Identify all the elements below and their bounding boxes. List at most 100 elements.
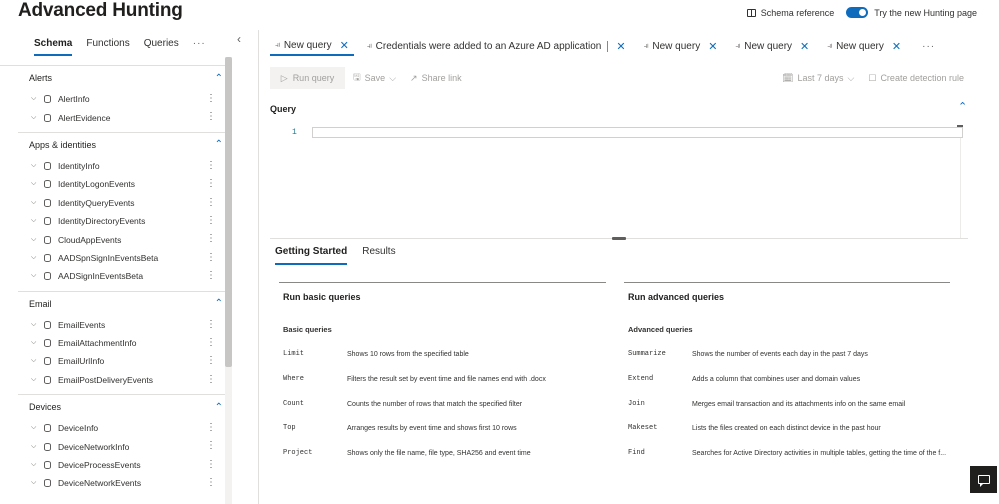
close-icon[interactable]: ✕ (340, 39, 349, 52)
more-options-icon[interactable]: ⋮ (206, 251, 216, 265)
section-header[interactable]: Alerts ⌃ (18, 66, 225, 90)
feedback-button[interactable] (970, 466, 997, 493)
resize-handle[interactable] (612, 237, 626, 240)
more-options-icon[interactable]: ⋮ (206, 421, 216, 435)
editor-scrollbar[interactable] (960, 138, 963, 238)
more-options-icon[interactable]: ⋮ (206, 336, 216, 350)
table-row[interactable]: ⌵ EmailAttachmentInfo ⋮ (18, 334, 225, 352)
table-row[interactable]: ⌵ IdentityDirectoryEvents ⋮ (18, 212, 225, 230)
table-row[interactable]: ⌵ IdentityLogonEvents ⋮ (18, 175, 225, 193)
chevron-up-icon[interactable]: ⌃ (958, 100, 967, 113)
more-tabs-button[interactable]: ··· (922, 41, 935, 52)
more-options-icon[interactable]: ⋮ (206, 92, 216, 106)
more-tabs-button[interactable]: ··· (193, 38, 206, 56)
tab-getting-started[interactable]: Getting Started (275, 246, 348, 265)
more-options-icon[interactable]: ⋮ (206, 269, 216, 283)
chevron-down-icon[interactable]: ⌵ (31, 95, 40, 103)
query-example[interactable]: Find Searches for Active Directory activi… (628, 447, 946, 459)
chevron-down-icon[interactable]: ⌵ (31, 376, 40, 384)
chevron-up-icon[interactable]: ⌃ (215, 298, 223, 309)
chevron-down-icon[interactable]: ⌵ (31, 357, 40, 365)
more-options-icon[interactable]: ⋮ (206, 458, 216, 472)
query-example[interactable]: Summarize Shows the number of events each… (628, 348, 868, 360)
query-tab[interactable]: ⫣ New query ✕ (270, 36, 354, 56)
table-row[interactable]: ⌵ DeviceNetworkInfo ⋮ (18, 437, 225, 455)
close-icon[interactable]: ✕ (892, 40, 901, 53)
chevron-down-icon[interactable]: ⌵ (31, 321, 40, 329)
table-row[interactable]: ⌵ EmailUrlInfo ⋮ (18, 352, 225, 370)
new-hunting-toggle[interactable] (846, 7, 869, 18)
table-row[interactable]: ⌵ EmailPostDeliveryEvents ⋮ (18, 371, 225, 389)
chevron-down-icon[interactable]: ⌵ (31, 217, 40, 225)
section-header[interactable]: Email ⌃ (18, 292, 225, 316)
table-row[interactable]: ⌵ CloudAppEvents ⋮ (18, 230, 225, 248)
chevron-up-icon[interactable]: ⌃ (215, 402, 223, 413)
chevron-down-icon[interactable]: ⌵ (31, 162, 40, 170)
pane-divider[interactable] (258, 30, 259, 504)
table-row[interactable]: ⌵ EmailEvents ⋮ (18, 316, 225, 334)
table-row[interactable]: ⌵ AlertEvidence ⋮ (18, 108, 225, 126)
table-row[interactable]: ⌵ AADSignInEventsBeta ⋮ (18, 267, 225, 285)
query-example[interactable]: Makeset Lists the files created on each d… (628, 422, 881, 434)
query-example[interactable]: Count Counts the number of rows that matc… (283, 398, 522, 410)
chevron-down-icon[interactable]: ⌵ (31, 180, 40, 188)
table-row[interactable]: ⌵ IdentityInfo ⋮ (18, 157, 225, 175)
tab-results[interactable]: Results (362, 246, 395, 265)
more-options-icon[interactable]: ⋮ (206, 373, 216, 387)
query-tab[interactable]: ⫣ Credentials were added to an Azure AD … (362, 36, 631, 56)
query-tab[interactable]: ⫣ New query ✕ (730, 36, 814, 56)
tab-schema[interactable]: Schema (34, 38, 73, 56)
close-icon[interactable]: ✕ (708, 40, 717, 53)
more-options-icon[interactable]: ⋮ (206, 476, 216, 490)
run-query-button[interactable]: ▷ Run query (270, 67, 345, 89)
tab-queries[interactable]: Queries (144, 38, 179, 56)
share-link-button[interactable]: ↗ Share link (410, 73, 462, 84)
more-options-icon[interactable]: ⋮ (206, 196, 216, 210)
close-icon[interactable]: ✕ (800, 40, 809, 53)
table-row[interactable]: ⌵ DeviceInfo ⋮ (18, 419, 225, 437)
chevron-down-icon[interactable]: ⌵ (31, 339, 40, 347)
query-example[interactable]: Join Merges email transaction and its att… (628, 398, 905, 410)
more-options-icon[interactable]: ⋮ (206, 354, 216, 368)
close-icon[interactable]: ✕ (616, 40, 625, 53)
collapse-pane-icon[interactable]: ‹ (237, 32, 241, 46)
chevron-down-icon[interactable]: ⌵ (31, 443, 40, 451)
scrollbar-thumb[interactable] (225, 57, 232, 367)
save-button[interactable]: 🖫 Save ⌵ (353, 70, 396, 86)
chevron-up-icon[interactable]: ⌃ (215, 139, 223, 150)
more-options-icon[interactable]: ⋮ (206, 159, 216, 173)
more-options-icon[interactable]: ⋮ (206, 110, 216, 124)
table-row[interactable]: ⌵ DeviceNetworkEvents ⋮ (18, 474, 225, 492)
section-header[interactable]: Devices ⌃ (18, 395, 225, 419)
more-options-icon[interactable]: ⋮ (206, 214, 216, 228)
query-example[interactable]: Extend Adds a column that combines user a… (628, 373, 860, 385)
time-range-dropdown[interactable]: 🗓 Last 7 days ⌵ (782, 73, 854, 84)
query-editor[interactable] (312, 127, 963, 138)
chevron-down-icon[interactable]: ⌵ (31, 479, 40, 487)
tab-functions[interactable]: Functions (86, 38, 129, 56)
table-row[interactable]: ⌵ IdentityQueryEvents ⋮ (18, 194, 225, 212)
chevron-down-icon[interactable]: ⌵ (31, 114, 40, 122)
chevron-down-icon[interactable]: ⌵ (31, 236, 40, 244)
query-example[interactable]: Top Arranges results by event time and sh… (283, 422, 517, 434)
query-tab[interactable]: ⫣ New query ✕ (639, 36, 723, 56)
table-row[interactable]: ⌵ AlertInfo ⋮ (18, 90, 225, 108)
chevron-down-icon[interactable]: ⌵ (31, 272, 40, 280)
more-options-icon[interactable]: ⋮ (206, 232, 216, 246)
chevron-down-icon[interactable]: ⌵ (31, 424, 40, 432)
query-example[interactable]: Where Filters the result set by event tim… (283, 373, 546, 385)
more-options-icon[interactable]: ⋮ (206, 318, 216, 332)
table-row[interactable]: ⌵ DeviceProcessEvents ⋮ (18, 456, 225, 474)
query-example[interactable]: Limit Shows 10 rows from the specified ta… (283, 348, 469, 360)
chevron-down-icon[interactable]: ⌵ (31, 199, 40, 207)
schema-reference-link[interactable]: Schema reference (746, 8, 834, 18)
section-header[interactable]: Apps & identities ⌃ (18, 133, 225, 157)
chevron-down-icon[interactable]: ⌵ (31, 461, 40, 469)
query-tab[interactable]: ⫣ New query ✕ (822, 36, 906, 56)
create-detection-rule-button[interactable]: ☐ Create detection rule (868, 73, 964, 84)
query-example[interactable]: Project Shows only the file name, file ty… (283, 447, 531, 459)
chevron-up-icon[interactable]: ⌃ (215, 73, 223, 84)
more-options-icon[interactable]: ⋮ (206, 439, 216, 453)
chevron-down-icon[interactable]: ⌵ (31, 254, 40, 262)
table-row[interactable]: ⌵ AADSpnSignInEventsBeta ⋮ (18, 249, 225, 267)
